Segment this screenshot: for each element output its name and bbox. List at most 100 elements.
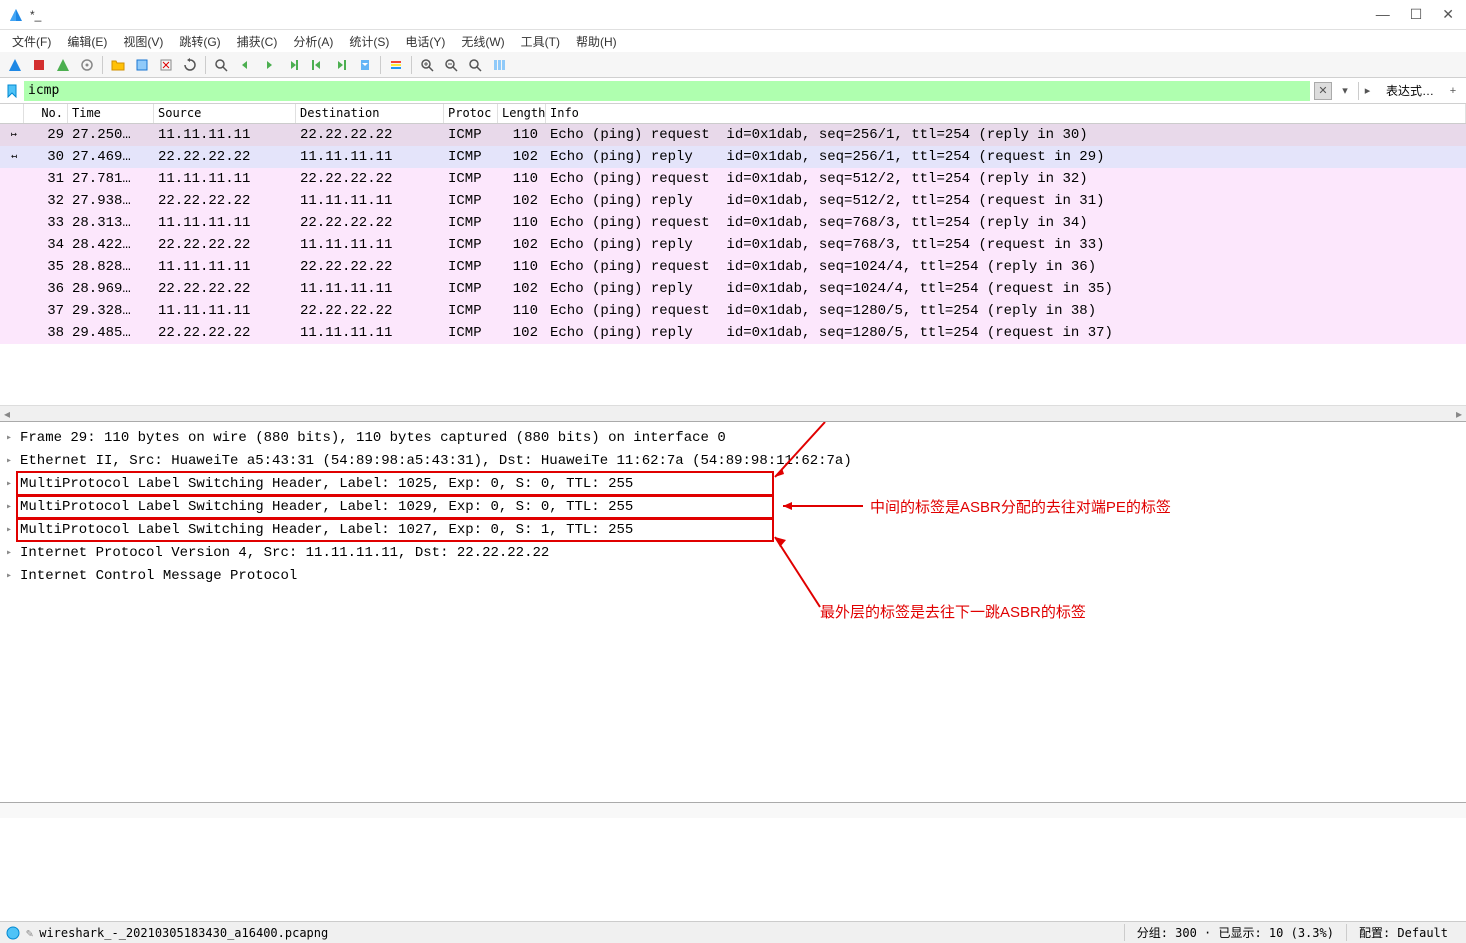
packet-row[interactable]: ↤ 30 27.469… 22.22.22.22 11.11.11.11 ICM… — [0, 146, 1466, 168]
menu-item[interactable]: 帮助(H) — [568, 31, 625, 52]
packet-row[interactable]: 37 29.328… 11.11.11.11 22.22.22.22 ICMP … — [0, 300, 1466, 322]
packet-details-pane[interactable]: ▸Frame 29: 110 bytes on wire (880 bits),… — [0, 422, 1466, 802]
menu-item[interactable]: 无线(W) — [453, 31, 512, 52]
packet-row[interactable]: ↦ 29 27.250… 11.11.11.11 22.22.22.22 ICM… — [0, 124, 1466, 146]
status-packets-label: 分组: 300 · 已显示: 10 (3.3%) — [1124, 924, 1346, 941]
menu-item[interactable]: 文件(F) — [4, 31, 59, 52]
filter-clear-button[interactable]: ✕ — [1314, 82, 1332, 100]
col-header-destination[interactable]: Destination — [296, 104, 444, 123]
annotation-bot: 最外层的标签是去往下一跳ASBR的标签 — [820, 601, 1086, 622]
expand-icon[interactable]: ▸ — [6, 570, 20, 582]
status-file-label: wireshark_-_20210305183430_a16400.pcapng — [39, 926, 328, 940]
reload-button[interactable] — [179, 54, 201, 76]
open-file-button[interactable] — [107, 54, 129, 76]
col-header-source[interactable]: Source — [154, 104, 296, 123]
detail-row[interactable]: ▸MultiProtocol Label Switching Header, L… — [0, 495, 1466, 518]
menu-item[interactable]: 工具(T) — [513, 31, 568, 52]
filter-bookmark-icon[interactable] — [4, 83, 20, 99]
menu-item[interactable]: 跳转(G) — [171, 31, 228, 52]
detail-row[interactable]: ▸Internet Protocol Version 4, Src: 11.11… — [0, 541, 1466, 564]
expand-icon[interactable]: ▸ — [6, 501, 20, 513]
horizontal-scrollbar[interactable]: ◂ ▸ — [0, 405, 1466, 421]
expand-icon[interactable]: ▸ — [6, 432, 20, 444]
close-button[interactable]: ✕ — [1442, 6, 1454, 23]
menu-item[interactable]: 分析(A) — [285, 31, 341, 52]
filter-recent-button[interactable]: ▸ — [1358, 82, 1376, 100]
filter-add-button[interactable]: + — [1444, 82, 1462, 100]
detail-row[interactable]: ▸MultiProtocol Label Switching Header, L… — [0, 472, 1466, 495]
status-bar: ✎ wireshark_-_20210305183430_a16400.pcap… — [0, 921, 1466, 943]
expand-icon[interactable]: ▸ — [6, 547, 20, 559]
filter-bar: ✕ ▾ ▸ 表达式… + — [0, 78, 1466, 104]
start-capture-button[interactable] — [4, 54, 26, 76]
packet-row[interactable]: 33 28.313… 11.11.11.11 22.22.22.22 ICMP … — [0, 212, 1466, 234]
resize-columns-button[interactable] — [488, 54, 510, 76]
packet-row[interactable]: 36 28.969… 22.22.22.22 11.11.11.11 ICMP … — [0, 278, 1466, 300]
packet-list-body[interactable]: ↦ 29 27.250… 11.11.11.11 22.22.22.22 ICM… — [0, 124, 1466, 344]
packet-row[interactable]: 31 27.781… 11.11.11.11 22.22.22.22 ICMP … — [0, 168, 1466, 190]
find-button[interactable] — [210, 54, 232, 76]
close-file-button[interactable] — [155, 54, 177, 76]
capture-file-props-icon[interactable]: ✎ — [26, 926, 33, 940]
packet-row[interactable]: 38 29.485… 22.22.22.22 11.11.11.11 ICMP … — [0, 322, 1466, 344]
restart-capture-button[interactable] — [52, 54, 74, 76]
menu-item[interactable]: 电话(Y) — [397, 31, 453, 52]
app-icon — [8, 7, 24, 23]
detail-text: MultiProtocol Label Switching Header, La… — [20, 499, 633, 515]
zoom-in-button[interactable] — [416, 54, 438, 76]
detail-row[interactable]: ▸Ethernet II, Src: HuaweiTe a5:43:31 (54… — [0, 449, 1466, 472]
packet-bytes-pane[interactable] — [0, 802, 1466, 818]
expand-icon[interactable]: ▸ — [6, 478, 20, 490]
col-header-protocol[interactable]: Protoc — [444, 104, 498, 123]
filter-expression-button[interactable]: 表达式… — [1380, 82, 1440, 99]
toolbar — [0, 52, 1466, 78]
status-profile-label[interactable]: 配置: Default — [1346, 924, 1460, 941]
capture-options-button[interactable] — [76, 54, 98, 76]
auto-scroll-button[interactable] — [354, 54, 376, 76]
packet-list-header: No. Time Source Destination Protoc Lengt… — [0, 104, 1466, 124]
packet-row[interactable]: 35 28.828… 11.11.11.11 22.22.22.22 ICMP … — [0, 256, 1466, 278]
row-marker-icon: ↦ — [4, 129, 24, 141]
detail-row[interactable]: ▸Frame 29: 110 bytes on wire (880 bits),… — [0, 426, 1466, 449]
detail-row[interactable]: ▸MultiProtocol Label Switching Header, L… — [0, 518, 1466, 541]
detail-text: Frame 29: 110 bytes on wire (880 bits), … — [20, 430, 726, 446]
col-header-length[interactable]: Length — [498, 104, 546, 123]
go-last-button[interactable] — [330, 54, 352, 76]
window-title: *_ — [30, 8, 1376, 22]
detail-text: Internet Protocol Version 4, Src: 11.11.… — [20, 545, 549, 561]
titlebar: *_ — ☐ ✕ — [0, 0, 1466, 30]
expert-info-icon[interactable] — [6, 926, 20, 940]
col-header-info[interactable]: Info — [546, 104, 1466, 123]
save-file-button[interactable] — [131, 54, 153, 76]
detail-text: Ethernet II, Src: HuaweiTe a5:43:31 (54:… — [20, 453, 852, 469]
window-controls: — ☐ ✕ — [1376, 6, 1458, 23]
expand-icon[interactable]: ▸ — [6, 455, 20, 467]
colorize-button[interactable] — [385, 54, 407, 76]
minimize-button[interactable]: — — [1376, 6, 1390, 23]
row-marker-icon: ↤ — [4, 151, 24, 163]
go-next-button[interactable] — [258, 54, 280, 76]
packet-row[interactable]: 34 28.422… 22.22.22.22 11.11.11.11 ICMP … — [0, 234, 1466, 256]
detail-text: Internet Control Message Protocol — [20, 568, 297, 584]
goto-packet-button[interactable] — [282, 54, 304, 76]
maximize-button[interactable]: ☐ — [1410, 6, 1423, 23]
menu-item[interactable]: 编辑(E) — [59, 31, 115, 52]
zoom-out-button[interactable] — [440, 54, 462, 76]
stop-capture-button[interactable] — [28, 54, 50, 76]
go-prev-button[interactable] — [234, 54, 256, 76]
detail-text: MultiProtocol Label Switching Header, La… — [20, 522, 633, 538]
packet-row[interactable]: 32 27.938… 22.22.22.22 11.11.11.11 ICMP … — [0, 190, 1466, 212]
display-filter-input[interactable] — [24, 81, 1310, 101]
go-first-button[interactable] — [306, 54, 328, 76]
col-header-no[interactable]: No. — [24, 104, 68, 123]
menu-item[interactable]: 视图(V) — [115, 31, 171, 52]
menu-item[interactable]: 统计(S) — [341, 31, 397, 52]
zoom-reset-button[interactable] — [464, 54, 486, 76]
menu-item[interactable]: 捕获(C) — [229, 31, 286, 52]
col-header-time[interactable]: Time — [68, 104, 154, 123]
packet-list-pane: No. Time Source Destination Protoc Lengt… — [0, 104, 1466, 422]
menubar: 文件(F)编辑(E)视图(V)跳转(G)捕获(C)分析(A)统计(S)电话(Y)… — [0, 30, 1466, 52]
detail-row[interactable]: ▸Internet Control Message Protocol — [0, 564, 1466, 587]
expand-icon[interactable]: ▸ — [6, 524, 20, 536]
filter-apply-button[interactable]: ▾ — [1336, 82, 1354, 100]
